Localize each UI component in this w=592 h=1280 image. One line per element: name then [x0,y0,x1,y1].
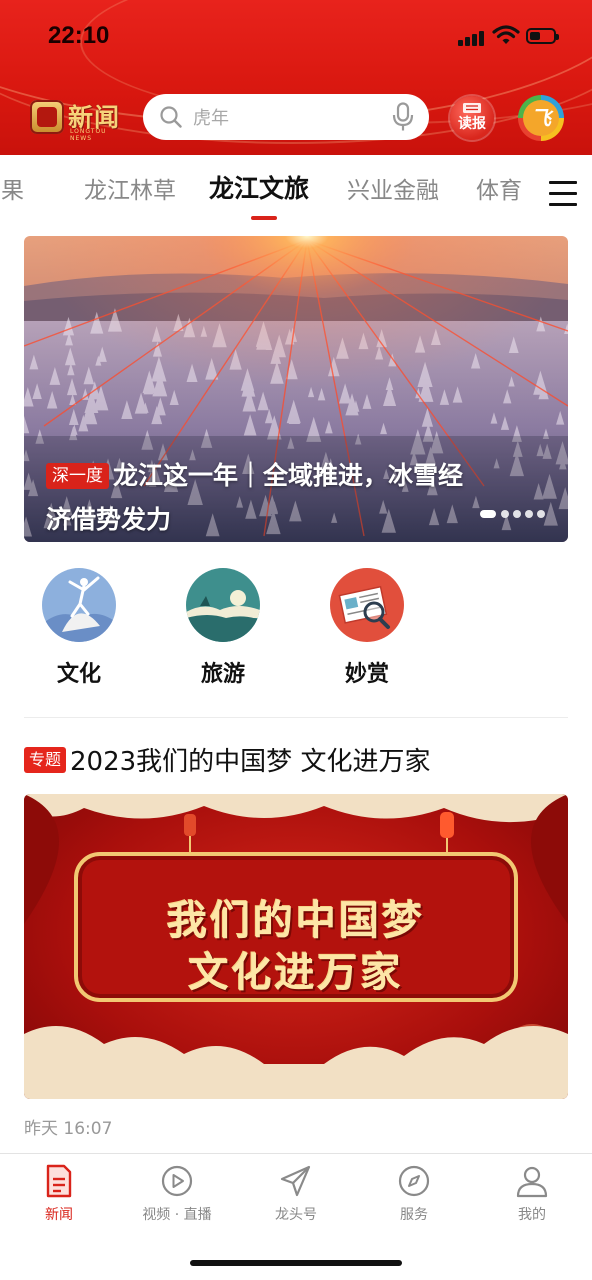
dancer-icon [42,568,116,642]
paper-plane-icon [280,1165,311,1197]
hero-carousel[interactable]: 深一度 龙江这一年｜全域推进，冰雪经济借势发力 [24,236,568,542]
banner-line-2: 文化进万家 [188,950,404,996]
topic-banner[interactable]: 我们的中国梦 文化进万家 [24,794,568,1099]
carousel-dot [480,510,496,518]
carousel-dot [501,510,509,518]
logo-badge-icon [30,100,64,134]
nav-service[interactable]: 服务 [355,1164,473,1224]
tab-tiyu[interactable]: 体育 [476,171,522,205]
carousel-dot [537,510,545,518]
nav-news[interactable]: 新闻 [0,1164,118,1224]
category-label: 妙赏 [344,662,389,687]
landscape-icon [186,568,260,642]
tab-longjiang-lincao[interactable]: 龙江林草 [84,171,176,205]
active-tab-indicator [251,216,277,220]
banner-line-1: 我们的中国梦 [167,898,425,944]
search-input[interactable] [191,102,375,134]
battery-icon [526,28,559,44]
microphone-icon[interactable] [391,102,415,132]
topic-tag: 专题 [24,747,67,773]
play-icon [161,1165,193,1197]
compass-icon [398,1165,430,1197]
news-icon [46,1164,72,1198]
hero-tag: 深一度 [46,463,109,489]
section-divider [24,717,568,718]
category-label: 旅游 [200,662,245,687]
nav-label: 服务 [400,1207,428,1223]
home-indicator[interactable] [190,1260,402,1266]
carousel-dot [525,510,533,518]
search-box[interactable] [143,94,429,140]
tab-xingye-jinrong[interactable]: 兴业金融 [347,171,439,205]
tab-chengguo[interactable]: 成果 [0,171,24,205]
nav-video-live[interactable]: 视频 · 直播 [118,1164,236,1224]
nav-longtouhao[interactable]: 龙头号 [237,1164,355,1224]
cellular-signal-icon [458,28,488,46]
magnifier-paper-icon [330,568,404,642]
hero-headline[interactable]: 深一度 龙江这一年｜全域推进，冰雪经济借势发力 [46,454,476,542]
category-label: 文化 [56,662,101,687]
carousel-dot [513,510,521,518]
category-appreciate[interactable]: 妙赏 [329,568,405,688]
category-travel[interactable]: 旅游 [185,568,261,688]
topic-headline[interactable]: 专题 2023我们的中国梦 文化进万家 [24,741,430,777]
app-logo[interactable]: 新闻 LONGTOU NEWS [30,98,128,142]
nav-label: 龙头号 [275,1207,317,1223]
app-header: 22:10 新闻 LONGTOU NEWS 虎年 读报 飞 [0,0,592,155]
wifi-icon [492,25,520,44]
read-paper-button[interactable]: 读报 [450,96,494,140]
person-icon [516,1166,548,1198]
article-timestamp: 昨天 16:07 [24,1119,113,1139]
nav-label: 我的 [518,1207,546,1223]
status-time: 22:10 [48,22,110,49]
status-bar: 22:10 [0,0,592,70]
category-culture[interactable]: 文化 [41,568,117,688]
logo-subtitle: LONGTOU NEWS [70,128,107,142]
channel-menu-button[interactable] [536,173,577,213]
avatar-text: 飞 [523,100,559,136]
nav-label: 新闻 [45,1207,73,1223]
topic-title: 2023我们的中国梦 文化进万家 [70,747,431,777]
nav-label: 视频 · 直播 [142,1207,212,1223]
user-avatar[interactable]: 飞 [518,95,564,141]
hamburger-icon [549,181,577,184]
channel-tabs: 成果 龙江林草 龙江文旅 兴业金融 体育 [0,155,592,223]
read-paper-label: 读报 [458,116,486,132]
nav-mine[interactable]: 我的 [473,1164,591,1224]
search-icon [160,106,182,128]
tab-longjiang-wenlv[interactable]: 龙江文旅 [209,169,309,205]
